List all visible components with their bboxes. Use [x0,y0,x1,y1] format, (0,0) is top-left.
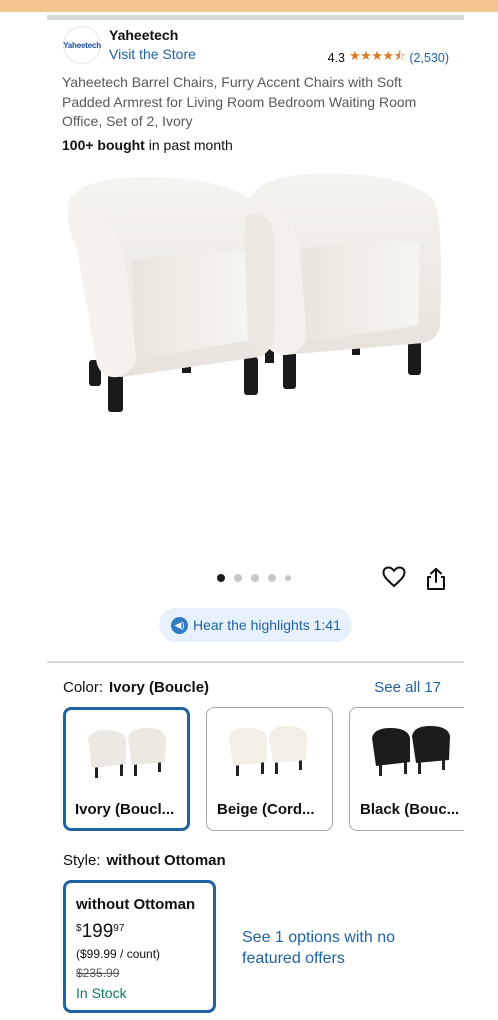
gallery-dot[interactable] [217,574,225,582]
section-divider [47,661,464,663]
bought-count-rest: in past month [144,137,233,153]
style-option-price: $19997 [76,921,124,943]
color-swatch-label: Black (Bouc... [360,801,460,818]
price-per-unit: ($99.99 / count) [76,947,161,961]
top-divider [47,15,464,20]
bought-count: 100+ bought in past month [62,137,233,153]
gallery-dot[interactable] [234,574,242,582]
gallery-dots [217,574,291,582]
style-value: without Ottoman [106,852,226,869]
brand-row: Yaheetech Yaheetech Visit the Store 4.3 … [63,25,453,65]
color-swatch-label: Ivory (Boucl... [75,801,175,818]
visit-store-link[interactable]: Visit the Store [109,46,196,62]
gallery-dot[interactable] [268,574,276,582]
star-rating-icon: ★★★★⯪ [348,48,406,63]
hear-highlights-label: Hear the highlights 1:41 [193,617,341,633]
product-image[interactable] [62,165,447,420]
brand-name: Yaheetech [109,27,179,43]
chair-thumbnail-icon [372,726,450,776]
bought-count-bold: 100+ bought [62,137,145,153]
audio-icon: ◀) [171,616,188,634]
chair-thumbnail-icon [88,728,166,778]
style-option-title: without Ottoman [76,896,196,913]
color-swatch[interactable]: Beige (Cord... [206,707,333,831]
style-label: Style: [63,852,101,869]
share-icon[interactable] [425,567,447,591]
heart-icon[interactable] [382,566,406,588]
color-value: Ivory (Boucle) [109,679,210,696]
color-swatch-list: Ivory (Boucl... Beige (Cord... Black (Bo… [63,707,464,833]
price-symbol: $ [76,923,82,934]
see-all-colors-link[interactable]: See all 17 [374,679,441,696]
rating-summary[interactable]: 4.3 ★★★★⯪ (2,530) [328,47,449,69]
chair-thumbnail-icon [229,726,307,776]
rating-value: 4.3 [327,51,345,65]
price-fraction: 97 [113,923,125,934]
color-swatch[interactable]: Ivory (Boucl... [63,707,190,831]
color-label: Color: [63,679,104,696]
list-price: $235.99 [76,966,120,980]
hear-highlights-button[interactable]: ◀) Hear the highlights 1:41 [159,608,352,642]
stock-status: In Stock [76,985,127,1001]
see-options-link[interactable]: See 1 options with no featured offers [242,927,402,969]
gallery-dot[interactable] [251,574,259,582]
gallery-dot[interactable] [285,575,291,581]
style-selector-header: Style: without Ottoman [63,852,226,869]
color-selector-header: Color: Ivory (Boucle) See all 17 [63,679,443,696]
price-whole: 199 [81,921,114,942]
style-option-card[interactable]: without Ottoman $19997 ($99.99 / count) … [63,880,216,1013]
brand-logo[interactable]: Yaheetech [63,26,101,64]
rating-count-link[interactable]: (2,530) [409,51,449,65]
color-swatch-label: Beige (Cord... [217,801,315,818]
top-banner-strip [0,0,498,12]
brand-logo-text: Yaheetech [63,40,101,50]
product-title: Yaheetech Barrel Chairs, Furry Accent Ch… [62,74,417,129]
color-swatch[interactable]: Black (Bouc... [349,707,464,831]
